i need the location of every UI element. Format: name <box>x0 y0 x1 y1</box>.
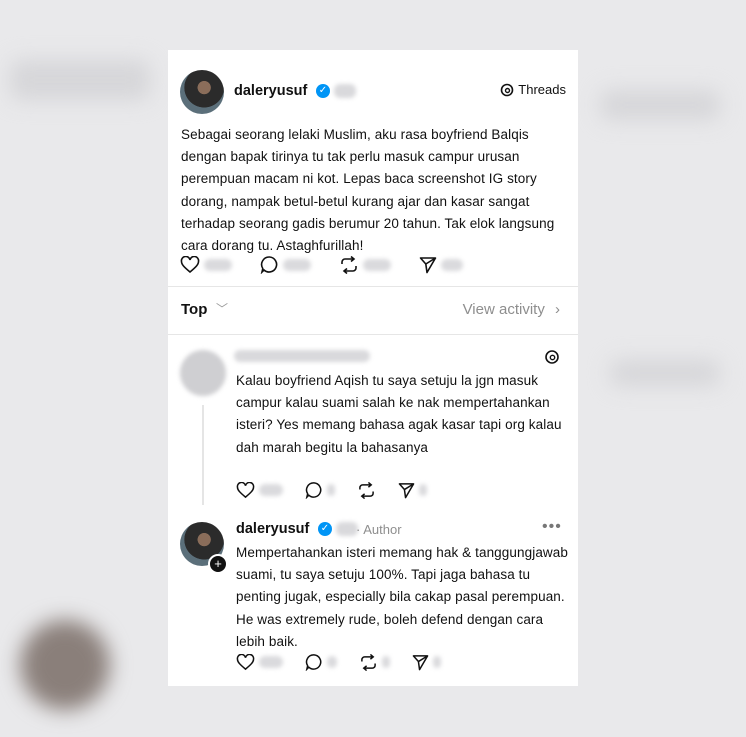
sort-dropdown[interactable]: Top <box>181 301 207 318</box>
verified-icon: ✓ <box>316 84 330 98</box>
like-button[interactable] <box>180 255 232 274</box>
threads-brand[interactable]: Threads <box>500 82 566 97</box>
like-count-blurred <box>204 258 232 271</box>
repost-icon <box>341 255 357 274</box>
reply-actions <box>236 481 455 499</box>
reply-username-blurred <box>234 350 370 362</box>
like-button[interactable] <box>236 481 283 499</box>
comment-button[interactable] <box>305 653 337 671</box>
thread-line <box>202 405 204 505</box>
reply-actions <box>236 653 469 671</box>
share-icon <box>419 256 437 273</box>
comment-icon <box>305 654 322 671</box>
share-icon <box>412 654 429 670</box>
comment-button[interactable] <box>260 255 311 274</box>
repost-icon <box>361 653 376 671</box>
avatar[interactable] <box>180 70 224 114</box>
verified-icon: ✓ <box>318 522 332 536</box>
share-button[interactable] <box>398 482 427 499</box>
repost-count-blurred <box>363 258 391 271</box>
reply-text: Mempertahankan isteri memang hak & tangg… <box>236 545 568 649</box>
reply-text: Kalau boyfriend Aqish tu saya setuju la … <box>236 373 562 455</box>
share-button[interactable] <box>412 654 441 671</box>
background-blur <box>20 620 110 710</box>
divider <box>168 334 578 335</box>
threads-logo-icon <box>545 350 559 364</box>
view-activity-label: View activity <box>462 301 545 318</box>
heart-icon <box>236 481 255 498</box>
background-blur <box>610 360 720 386</box>
view-activity-link[interactable]: View activity › <box>463 301 560 318</box>
timestamp-blurred <box>336 522 358 536</box>
background-blur <box>600 90 720 120</box>
like-count-blurred <box>259 656 283 668</box>
heart-icon <box>180 255 200 273</box>
repost-button[interactable] <box>359 653 390 671</box>
author-badge: · Author <box>356 522 402 537</box>
comment-button[interactable] <box>305 481 335 499</box>
share-icon <box>398 482 415 498</box>
threads-logo-icon <box>500 83 514 96</box>
avatar[interactable] <box>180 350 226 396</box>
more-icon[interactable]: ••• <box>542 518 562 536</box>
plus-icon[interactable]: + <box>208 554 228 574</box>
threads-label: Threads <box>518 82 566 97</box>
comment-icon <box>260 256 278 274</box>
share-count-blurred <box>441 258 463 271</box>
timestamp-blurred <box>334 84 356 98</box>
post-username[interactable]: daleryusuf <box>234 83 307 99</box>
repost-count-blurred <box>382 656 390 668</box>
comment-count-blurred <box>327 656 337 668</box>
repost-icon <box>359 481 374 499</box>
threads-post-card: daleryusuf ✓ Threads Sebagai seorang lel… <box>168 50 578 686</box>
post-text: Sebagai seorang lelaki Muslim, aku rasa … <box>181 127 555 254</box>
author-label: Author <box>363 522 402 537</box>
share-button[interactable] <box>419 256 463 274</box>
reply-username[interactable]: daleryusuf <box>236 521 309 537</box>
share-count-blurred <box>433 656 441 668</box>
comment-count-blurred <box>327 484 335 496</box>
post-actions <box>180 255 491 274</box>
like-button[interactable] <box>236 653 283 671</box>
heart-icon <box>236 653 255 670</box>
comment-count-blurred <box>283 258 311 271</box>
background-blur <box>10 60 150 100</box>
divider <box>168 286 578 287</box>
chevron-down-icon: ﹀ <box>216 302 229 316</box>
like-count-blurred <box>259 484 283 496</box>
repost-button[interactable] <box>339 255 391 274</box>
share-count-blurred <box>419 484 427 496</box>
chevron-right-icon: › <box>555 301 560 318</box>
repost-button[interactable] <box>357 481 376 499</box>
comment-icon <box>305 482 322 499</box>
